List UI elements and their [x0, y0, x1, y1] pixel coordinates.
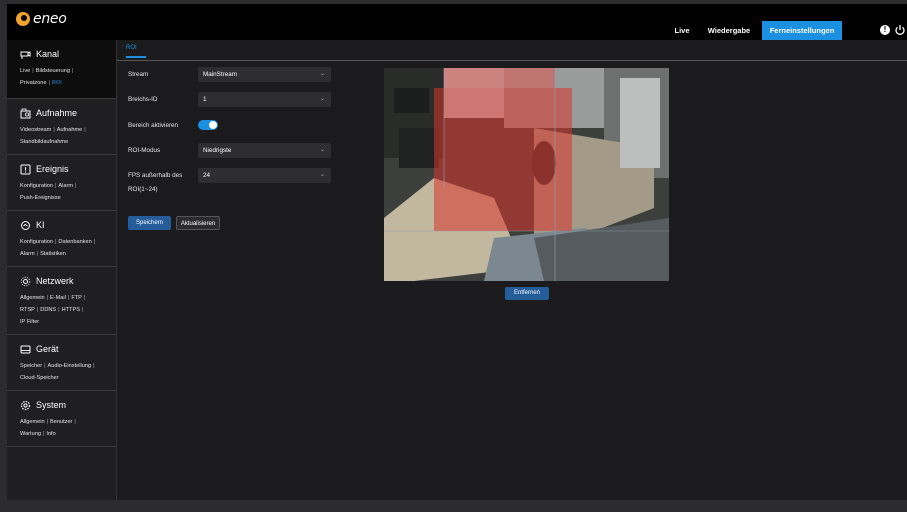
sidebar-head-ki[interactable]: KI — [7, 211, 116, 233]
ai-icon — [21, 220, 30, 230]
refresh-button[interactable]: Aktualisieren — [176, 216, 220, 230]
link-ip-filter[interactable]: IP Filter — [20, 319, 39, 325]
info-icon[interactable]: ! — [880, 25, 890, 35]
link-datenbanken[interactable]: Datenbanken — [58, 239, 91, 245]
link-live[interactable]: Live — [20, 68, 30, 74]
tab-bar: ROI — [117, 40, 907, 61]
top-bar: eneo Live Wiedergabe Ferneinstellungen ! — [7, 4, 907, 40]
chevron-down-icon: ⌄ — [319, 147, 325, 153]
stream-select[interactable]: MainStream ⌄ — [198, 67, 331, 82]
link-ddns[interactable]: DDNS — [40, 307, 56, 313]
fps-select[interactable]: 24 ⌄ — [198, 168, 331, 183]
link-roi[interactable]: ROI — [52, 80, 62, 86]
sidebar-section-aufnahme: Aufnahme Videostream | Aufnahme | Standbild… — [7, 99, 116, 155]
stream-value: MainStream — [203, 71, 237, 78]
sidebar: Kanal Live | Bildsteuerung | Privatzone | ROI… — [7, 40, 117, 500]
sidebar-title-netzwerk: Netzwerk — [36, 276, 74, 286]
camera-icon — [20, 50, 31, 59]
sidebar-title-ereignis: Ereignis — [36, 164, 69, 174]
nav-ferneinstellungen[interactable]: Ferneinstellungen — [762, 21, 842, 40]
roi-modus-value: Niedrigste — [203, 147, 232, 154]
sidebar-title-geraet: Gerät — [36, 344, 59, 354]
remove-button[interactable]: Entfernen — [505, 287, 549, 300]
sidebar-section-ereignis: Ereignis Konfiguration | Alarm | Push-Ereig… — [7, 155, 116, 211]
eneo-logo: eneo — [16, 11, 67, 27]
camera-image — [384, 68, 669, 281]
logo-mark-icon — [16, 12, 30, 26]
link-allgemein-netzwerk[interactable]: Allgemein — [20, 295, 45, 301]
link-benutzer[interactable]: Benutzer — [50, 419, 72, 425]
camera-preview[interactable] — [384, 68, 669, 281]
sidebar-section-ki: KI Konfiguration | Datenbanken | Alarm | Stat… — [7, 211, 116, 267]
link-videostream[interactable]: Videostream — [20, 127, 51, 133]
sidebar-head-kanal[interactable]: Kanal — [7, 40, 116, 62]
sidebar-title-kanal: Kanal — [36, 49, 60, 59]
link-standbildaufnahme[interactable]: Standbildaufnahme — [20, 139, 68, 145]
chevron-down-icon: ⌄ — [319, 172, 325, 178]
sidebar-title-ki: KI — [36, 220, 45, 230]
bereich-id-select[interactable]: 1 ⌄ — [198, 92, 331, 107]
nav-live[interactable]: Live — [669, 21, 695, 40]
roi-modus-label: ROI-Modus — [128, 147, 161, 154]
link-https[interactable]: HTTPS — [62, 307, 80, 313]
fps-label-line1: FPS außerhalb des — [128, 172, 183, 179]
link-rtsp[interactable]: RTSP — [20, 307, 35, 313]
recorder-icon — [20, 108, 31, 118]
tab-roi[interactable]: ROI — [126, 45, 146, 58]
sidebar-section-netzwerk: Netzwerk Allgemein | E-Mail | FTP | RTSP | DDNS… — [7, 267, 116, 335]
stream-label: Stream — [128, 71, 149, 78]
link-cloud-speicher[interactable]: Cloud-Speicher — [20, 375, 59, 381]
sidebar-head-netzwerk[interactable]: Netzwerk — [7, 267, 116, 289]
sidebar-head-geraet[interactable]: Gerät — [7, 335, 116, 357]
link-audio-einstellung[interactable]: Audio-Einstellung — [48, 363, 92, 369]
power-icon[interactable] — [894, 24, 906, 36]
link-konfiguration-ereignis[interactable]: Konfiguration — [20, 183, 53, 189]
link-konfiguration-ki[interactable]: Konfiguration — [20, 239, 53, 245]
footer-bar — [7, 500, 907, 512]
link-push-ereignisse[interactable]: Push-Ereignisse — [20, 195, 61, 201]
device-icon — [20, 345, 31, 353]
nav-wiedergabe[interactable]: Wiedergabe — [707, 21, 751, 40]
toggle-knob — [209, 121, 217, 129]
sidebar-section-geraet: Gerät Speicher | Audio-Einstellung | Cloud-… — [7, 335, 116, 391]
sidebar-head-ereignis[interactable]: Ereignis — [7, 155, 116, 177]
link-wartung[interactable]: Wartung — [20, 431, 41, 437]
save-button[interactable]: Speichern — [128, 216, 171, 230]
link-speicher[interactable]: Speicher — [20, 363, 42, 369]
sidebar-section-system: System Allgemein | Benutzer | Wartung | Info — [7, 391, 116, 447]
chevron-down-icon: ⌄ — [319, 71, 325, 77]
link-privatzone[interactable]: Privatzone — [20, 80, 46, 86]
network-icon — [20, 276, 31, 286]
link-email[interactable]: E-Mail — [50, 295, 66, 301]
link-alarm-ereignis[interactable]: Alarm — [58, 183, 73, 189]
fps-value: 24 — [203, 172, 211, 179]
sidebar-title-system: System — [36, 400, 67, 410]
roi-modus-select[interactable]: Niedrigste ⌄ — [198, 143, 331, 158]
link-alarm-ki[interactable]: Alarm — [20, 251, 35, 257]
main-panel: ROI Stream MainStream ⌄ Breichs-ID 1 ⌄ B… — [117, 40, 907, 500]
fps-label-line2: ROI(1~24) — [128, 186, 158, 193]
bereich-aktivieren-toggle[interactable] — [198, 120, 218, 130]
sidebar-section-kanal: Kanal Live | Bildsteuerung | Privatzone | ROI — [7, 40, 116, 99]
bereich-id-label: Breichs-ID — [128, 96, 158, 103]
sidebar-title-aufnahme: Aufnahme — [36, 108, 78, 118]
event-icon — [20, 164, 31, 174]
sidebar-head-aufnahme[interactable]: Aufnahme — [7, 99, 116, 121]
link-allgemein-system[interactable]: Allgemein — [20, 419, 45, 425]
link-bildsteuerung[interactable]: Bildsteuerung — [36, 68, 70, 74]
bereich-aktivieren-label: Bereich aktivieren — [128, 122, 179, 129]
link-aufnahme[interactable]: Aufnahme — [57, 127, 83, 133]
link-ftp[interactable]: FTP — [71, 295, 82, 301]
logo-text: eneo — [33, 11, 67, 27]
link-info[interactable]: Info — [46, 431, 55, 437]
chevron-down-icon: ⌄ — [319, 96, 325, 102]
sidebar-head-system[interactable]: System — [7, 391, 116, 413]
link-statistiken[interactable]: Statistiken — [40, 251, 66, 257]
gear-icon — [20, 400, 31, 410]
bereich-id-value: 1 — [203, 96, 207, 103]
